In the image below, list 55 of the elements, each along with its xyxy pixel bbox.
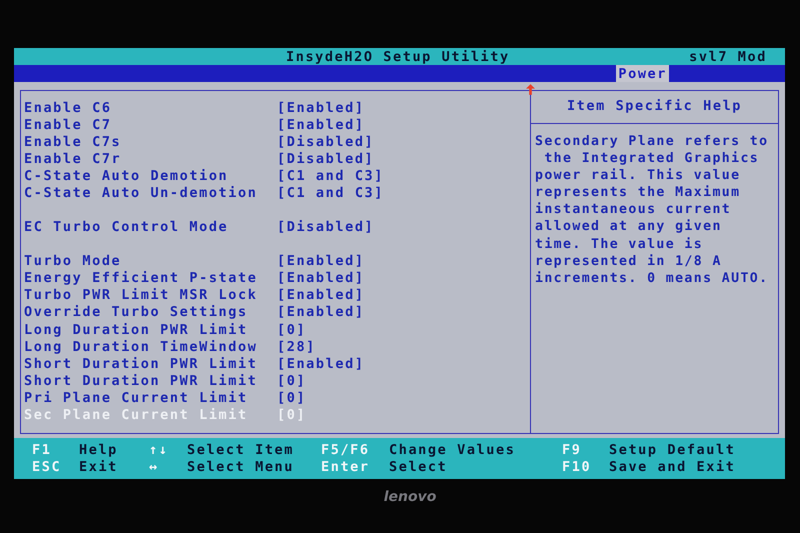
setting-label[interactable]: Turbo Mode xyxy=(24,253,277,270)
key-hint: Enter xyxy=(321,458,371,474)
setting-value[interactable]: [Enabled] xyxy=(277,253,365,270)
setting-value[interactable]: [C1 and C3] xyxy=(277,168,384,184)
scroll-up-icon xyxy=(526,84,535,95)
key-hint: ESC xyxy=(32,458,62,474)
key-action: Save and Exit xyxy=(609,458,736,474)
key-action: Setup Default xyxy=(609,442,736,458)
bezel-logo: lenovo xyxy=(384,489,436,505)
setting-label[interactable]: Turbo PWR Limit MSR Lock xyxy=(24,287,277,304)
key-action: Select xyxy=(389,458,448,474)
key-action: Help xyxy=(79,442,119,458)
setting-value[interactable]: [Enabled] xyxy=(277,287,365,304)
setting-value[interactable]: [0] xyxy=(277,372,306,389)
setting-label[interactable]: C-State Auto Un-demotion xyxy=(24,185,277,202)
help-title: Item Specific Help xyxy=(531,91,778,124)
key-action: Change Values xyxy=(389,442,516,458)
setting-label[interactable]: Energy Efficient P-state xyxy=(24,270,277,286)
setting-value[interactable]: [Enabled] xyxy=(277,100,365,116)
setting-value[interactable]: [Disabled] xyxy=(277,150,374,167)
key-hint: ↔ xyxy=(149,458,160,474)
key-hint: F1 xyxy=(32,442,52,458)
setting-value[interactable]: [Enabled] xyxy=(277,270,365,286)
window-title: InsydeH2O Setup Utility xyxy=(286,48,510,64)
menu-tab[interactable]: Power xyxy=(616,65,669,82)
setting-label[interactable]: Enable C7s xyxy=(24,134,277,150)
setting-label[interactable]: Enable C7 xyxy=(24,116,277,133)
key-action: Exit xyxy=(79,458,119,474)
help-text: Secondary Plane refers to the Integrated Graphics power rail. This value represents the Maximum instantaneous current allowed at any given time. The value is represented in 1/8 A increments. 0 means AUTO. xyxy=(534,133,770,287)
key-hint: F5/F6 xyxy=(321,442,371,458)
key-hint: ↑↓ xyxy=(149,442,170,458)
setting-label[interactable]: Enable C6 xyxy=(24,100,277,116)
key-action: Select Menu xyxy=(187,458,296,474)
setting-value[interactable]: [C1 and C3] xyxy=(277,185,384,202)
version-label: svl7 Mod xyxy=(689,48,767,64)
setting-value[interactable]: [Disabled] xyxy=(277,134,374,150)
setting-value[interactable]: [0] xyxy=(277,390,306,406)
setting-label[interactable]: EC Turbo Control Mode xyxy=(24,219,277,236)
setting-label[interactable]: Long Duration PWR Limit xyxy=(24,322,277,338)
setting-label[interactable]: Pri Plane Current Limit xyxy=(24,390,277,406)
setting-value[interactable]: [Enabled] xyxy=(277,116,365,133)
setting-label[interactable]: Override Turbo Settings xyxy=(24,304,277,320)
setting-label[interactable]: C-State Auto Demotion xyxy=(24,168,277,184)
key-hint: F10 xyxy=(562,458,592,474)
key-action: Select Item xyxy=(187,442,296,458)
setting-value[interactable]: [0] xyxy=(277,322,306,338)
setting-label[interactable]: Short Duration PWR Limit xyxy=(24,372,277,389)
setting-value[interactable]: [28] xyxy=(277,338,316,355)
setting-value[interactable]: [Disabled] xyxy=(277,219,374,236)
setting-value[interactable]: [Enabled] xyxy=(277,356,365,372)
key-hint: F9 xyxy=(562,442,582,458)
setting-label[interactable]: Long Duration TimeWindow xyxy=(24,338,277,355)
setting-label[interactable]: Short Duration PWR Limit xyxy=(24,356,277,372)
setting-label[interactable]: Enable C7r xyxy=(24,150,277,167)
setting-value[interactable]: [Enabled] xyxy=(277,304,365,320)
